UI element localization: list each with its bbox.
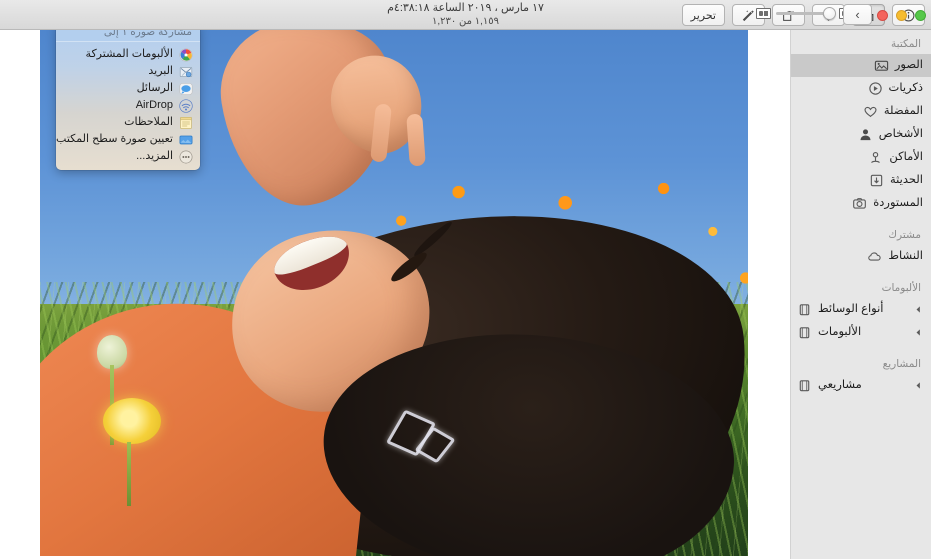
share-popover[interactable]: مشاركة صورة ١ إلى الألبومات المشتركة الب…: [56, 22, 200, 170]
next-photo-button[interactable]: ›: [843, 4, 872, 25]
album-icon: [797, 302, 812, 317]
sidebar-item-albums[interactable]: الألبومات: [791, 321, 931, 344]
share-item-mail[interactable]: البريد: [56, 63, 200, 80]
notes-icon: [179, 116, 193, 130]
zoom-slider-group[interactable]: [756, 7, 852, 20]
photo-yellow-flower: [75, 388, 195, 508]
magic-wand-icon: [741, 8, 756, 23]
close-window-button[interactable]: [877, 10, 888, 21]
album-icon: [797, 325, 812, 340]
heart-icon: [863, 104, 878, 119]
sidebar-item-favorites[interactable]: المفضلة: [791, 100, 931, 123]
sidebar-item-label: مشاريعي: [818, 379, 862, 391]
sidebar-item-places[interactable]: الأماكن: [791, 146, 931, 169]
share-item-messages[interactable]: الرسائل: [56, 80, 200, 97]
photo-dandelion-bud: [96, 335, 127, 446]
zoom-window-button[interactable]: [915, 10, 926, 21]
share-item-more[interactable]: المزيد...: [56, 148, 200, 165]
messages-icon: [179, 82, 193, 96]
sidebar-item-label: الألبومات: [818, 326, 862, 338]
sidebar-section-projects-header: المشاريع: [882, 358, 921, 370]
share-item-label: الرسائل: [136, 82, 173, 94]
sidebar-item-photos[interactable]: الصور: [791, 54, 931, 77]
sidebar-item-label: المفضلة: [883, 105, 923, 117]
sidebar-item-label: الصور: [894, 59, 923, 71]
more-icon: [179, 150, 193, 164]
sidebar[interactable]: المكتبة الصور ذكريات المفضلة الأشخاص الأ…: [790, 30, 931, 559]
share-popover-list: الألبومات المشتركة البريد الرسائل AirDro…: [56, 42, 200, 170]
sidebar-item-label: أنواع الوسائط: [818, 303, 884, 315]
share-item-label: المزيد...: [136, 150, 173, 162]
zoom-slider-knob[interactable]: [823, 7, 836, 20]
sidebar-item-label: الحديثة: [890, 174, 923, 186]
airdrop-icon: [179, 98, 193, 113]
zoom-slider[interactable]: [776, 7, 836, 20]
window-titlebar: ١٧ مارس ، ٢٠١٩ الساعة ٤:٣٨:١٨م ١,١٥٩ من …: [0, 0, 931, 30]
sidebar-item-label: الأشخاص: [878, 128, 923, 140]
chevron-left-icon[interactable]: [914, 381, 923, 390]
share-item-label: الملاحظات: [124, 116, 173, 128]
thumbnail-large-icon: [756, 8, 771, 19]
shared-albums-icon: [179, 48, 193, 62]
recents-icon: [869, 173, 884, 188]
share-item-label: البريد: [148, 65, 173, 77]
share-item-notes[interactable]: الملاحظات: [56, 114, 200, 131]
sidebar-item-label: المستوردة: [873, 197, 923, 209]
sidebar-item-label: الأماكن: [889, 151, 923, 163]
memories-icon: [868, 81, 883, 96]
chevron-left-icon[interactable]: [914, 305, 923, 314]
share-item-shared-albums[interactable]: الألبومات المشتركة: [56, 46, 200, 63]
share-item-label: AirDrop: [135, 99, 173, 111]
photos-window: المكتبة الصور ذكريات المفضلة الأشخاص الأ…: [0, 0, 931, 559]
people-icon: [858, 127, 873, 142]
imports-icon: [852, 196, 867, 211]
sidebar-item-label: ذكريات: [888, 82, 923, 94]
sidebar-item-memories[interactable]: ذكريات: [791, 77, 931, 100]
sidebar-item-activity[interactable]: النشاط: [791, 245, 931, 268]
sidebar-item-imports[interactable]: المستوردة: [791, 192, 931, 215]
share-item-airdrop[interactable]: AirDrop: [56, 97, 200, 114]
cloud-icon: [867, 249, 882, 264]
chevron-left-icon[interactable]: [914, 328, 923, 337]
sidebar-item-people[interactable]: الأشخاص: [791, 123, 931, 146]
share-item-set-desktop-picture[interactable]: تعيين صورة سطح المكتب: [56, 131, 200, 148]
mail-icon: [179, 65, 193, 79]
desktop-picture-icon: [179, 133, 193, 147]
edit-button[interactable]: تحرير: [681, 4, 725, 26]
places-icon: [868, 150, 883, 165]
window-controls[interactable]: [877, 10, 926, 21]
share-item-label: تعيين صورة سطح المكتب: [56, 133, 173, 145]
sidebar-item-recents[interactable]: الحديثة: [791, 169, 931, 192]
sidebar-section-shared-header: مشترك: [888, 229, 921, 241]
minimize-window-button[interactable]: [896, 10, 907, 21]
sidebar-item-my-projects[interactable]: مشاريعي: [791, 374, 931, 397]
album-icon: [797, 378, 812, 393]
sidebar-item-media-types[interactable]: أنواع الوسائط: [791, 298, 931, 321]
share-item-label: الألبومات المشتركة: [85, 48, 173, 60]
sidebar-item-label: النشاط: [888, 250, 923, 262]
sidebar-section-library-header: المكتبة: [891, 38, 921, 50]
sidebar-section-albums-header: الألبومات: [881, 282, 921, 294]
photos-icon: [874, 58, 889, 73]
